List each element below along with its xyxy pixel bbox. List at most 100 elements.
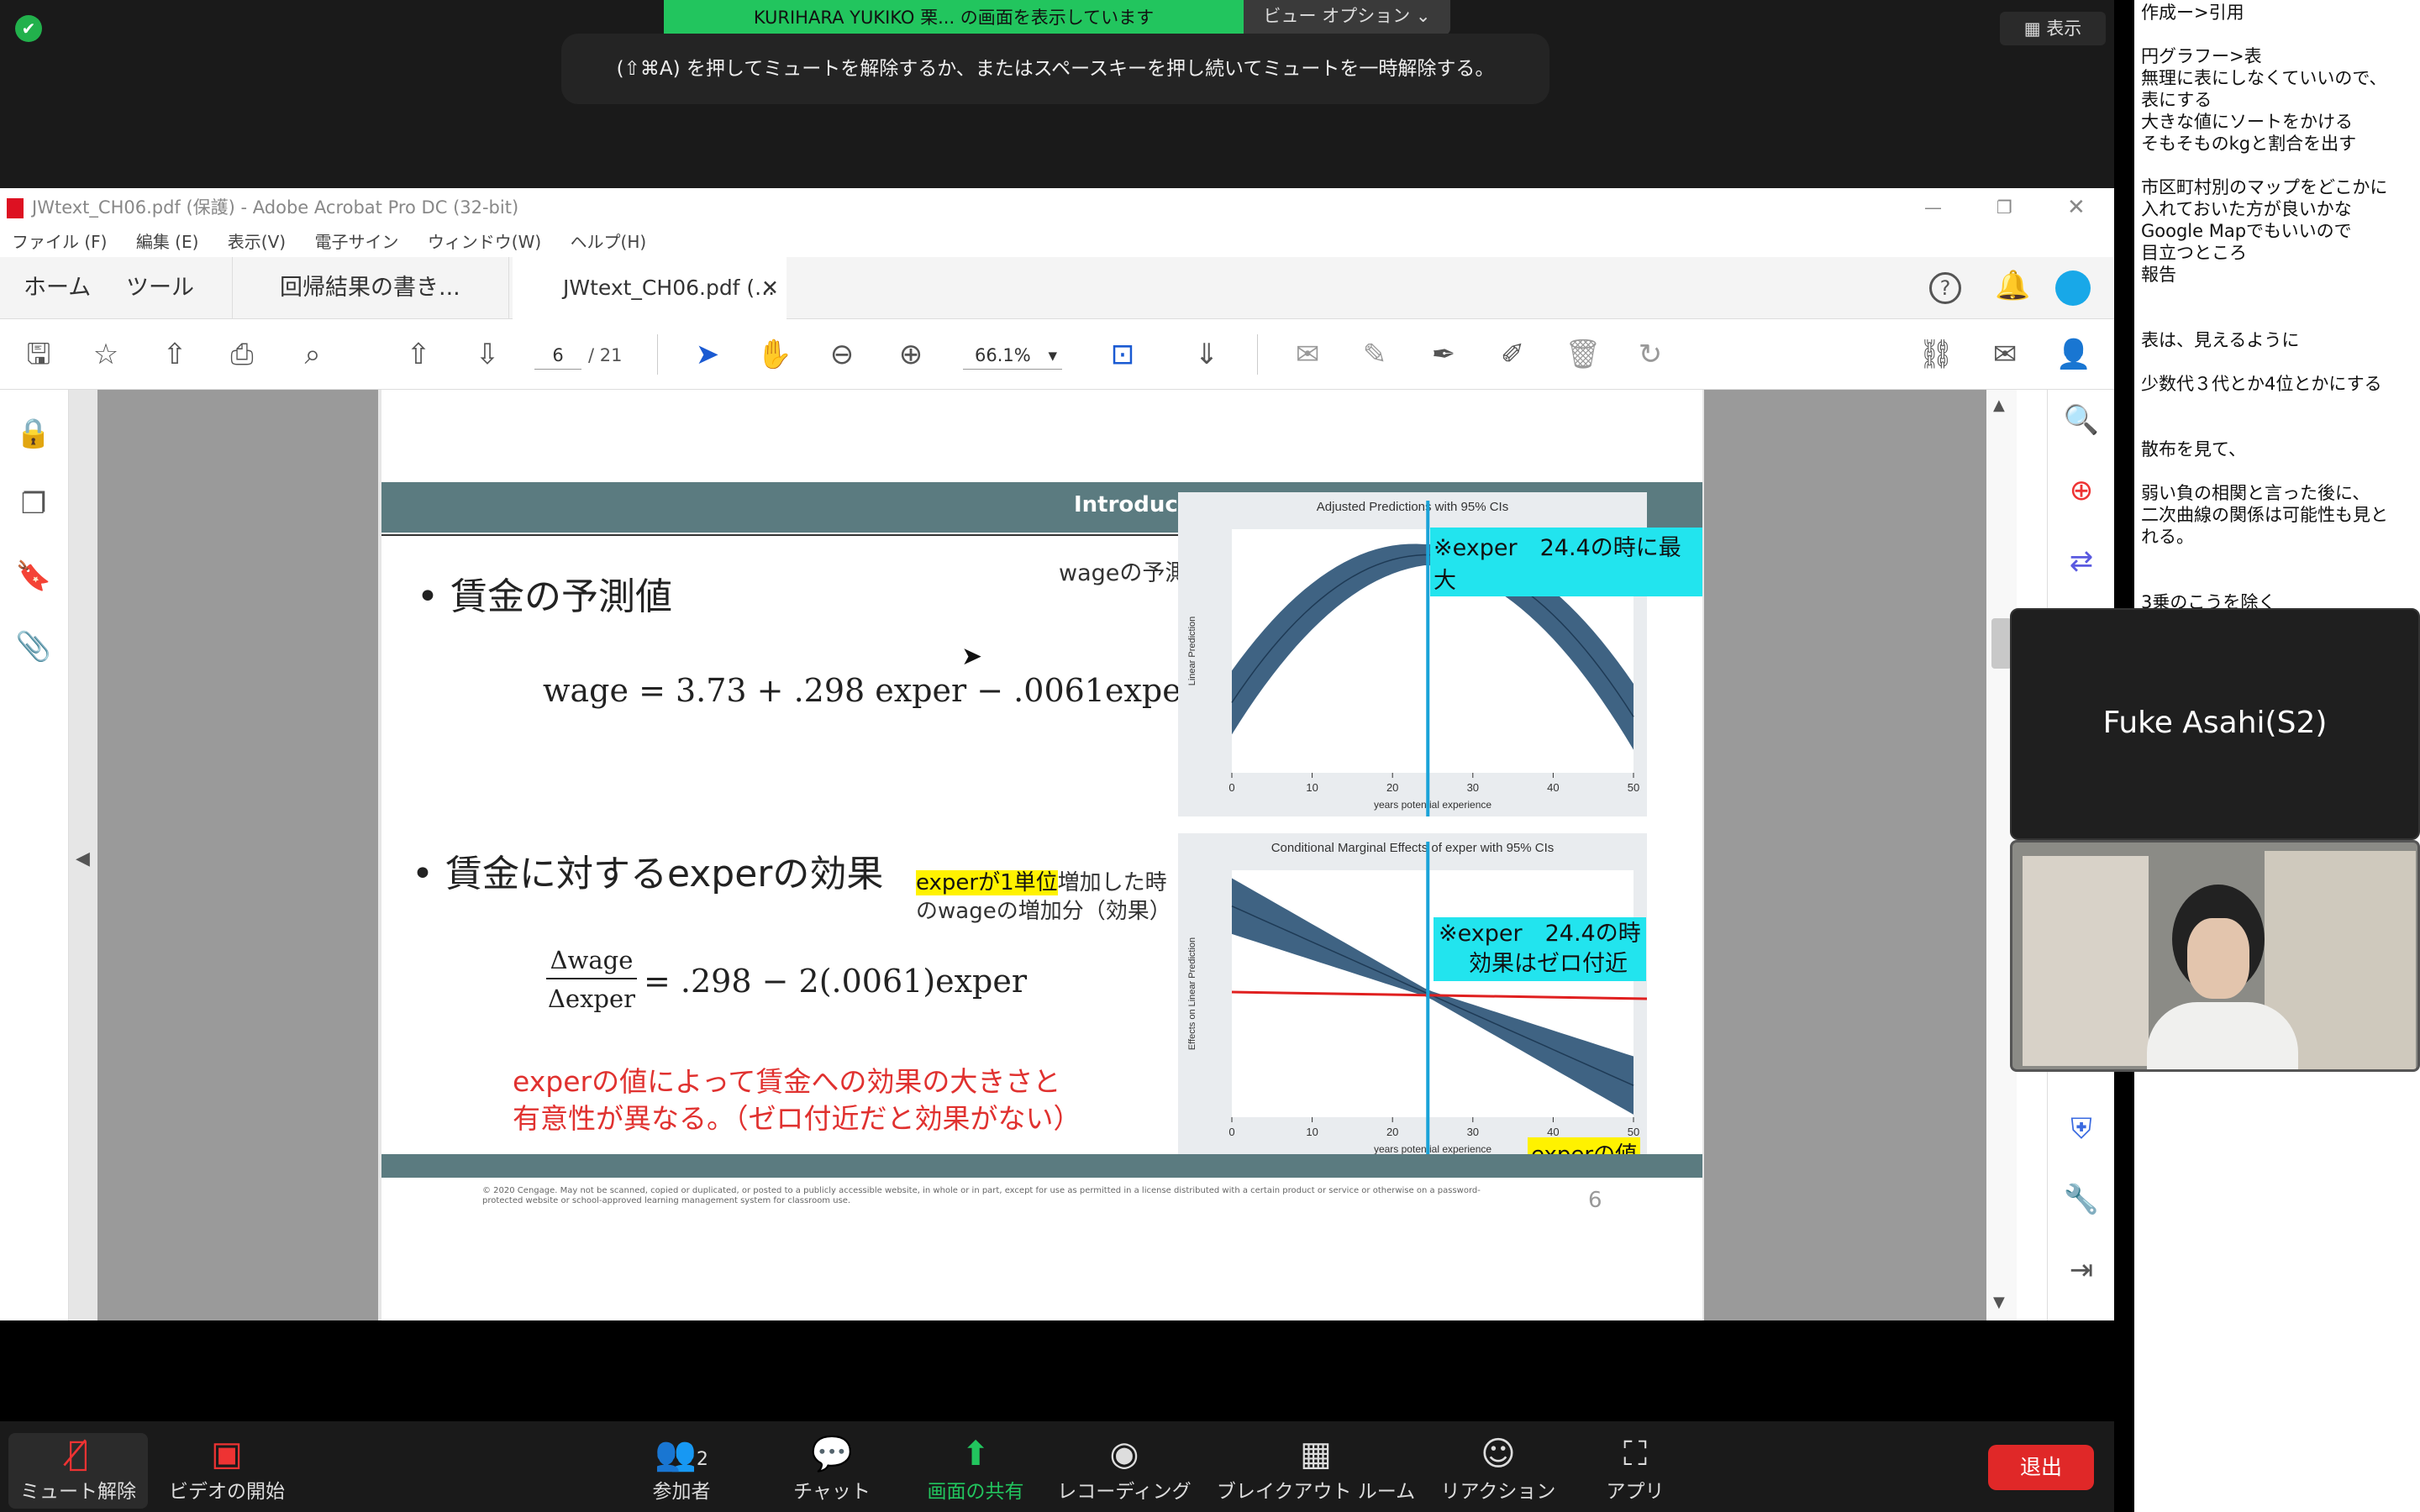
leave-button[interactable]: 退出 (1988, 1445, 2094, 1490)
highlight-icon[interactable]: ✎ (1356, 336, 1393, 373)
bottom-callout-line2: 効果はゼロ付近 (1469, 951, 1628, 977)
star-icon[interactable]: ☆ (87, 336, 124, 373)
start-video-button[interactable]: ▣ ビデオの開始 (165, 1433, 289, 1509)
close-icon[interactable]: ✕ (2067, 188, 2086, 227)
reactions-button[interactable]: ☺ リアクション (1437, 1433, 1560, 1509)
scroll-mode-icon[interactable]: ⇓ (1188, 336, 1225, 373)
display-button[interactable]: ▦ 表示 (2000, 12, 2106, 45)
note-line: 散布を見て、 (2141, 439, 2246, 459)
trash-icon[interactable]: 🗑 (1565, 336, 1602, 373)
protect-icon[interactable]: ⛨ (2063, 1110, 2100, 1147)
scroll-down-icon[interactable]: ▼ (1993, 1294, 2005, 1311)
toolbar: 🖫 ☆ ⇧ ⎙ ⌕ ⇧ ⇩ 6 / 21 ➤ ✋ ⊖ ⊕ 66.1% ▾ ⊡ ⇓ … (0, 319, 2114, 390)
attachment-icon[interactable]: 📎 (15, 628, 52, 665)
pages-icon[interactable]: ❐ (15, 486, 52, 522)
document-area: ◀ Introducto • 賃金の予測値 wage = 3.73 + .298… (69, 390, 1986, 1320)
breakout-icon: ▦ (1300, 1435, 1332, 1473)
fit-page-icon[interactable]: ⊡ (1104, 336, 1141, 373)
exper-unit-line2: のwageの増加分（効果） (916, 899, 1171, 924)
record-button[interactable]: ◉ レコーディング (1055, 1433, 1193, 1509)
lock-icon[interactable]: 🔒 (15, 415, 52, 452)
note-line: Google Mapでもいいので (2141, 221, 2352, 241)
share-screen-label: 画面の共有 (927, 1481, 1024, 1503)
tab-home[interactable]: ホーム (24, 257, 91, 319)
chat-button[interactable]: 💬 チャット (781, 1433, 882, 1509)
red-note: experの値によって賃金への効果の大きさと 有意性が異なる。（ゼロ付近だと効果… (513, 1063, 1081, 1137)
restore-icon[interactable]: ❐ (1996, 188, 2012, 227)
breakout-button[interactable]: ▦ ブレイクアウト ルーム (1215, 1433, 1417, 1509)
menu-window[interactable]: ウィンドウ(W) (428, 232, 541, 252)
mail-icon[interactable]: ✉ (1986, 336, 2023, 373)
more-tools-icon[interactable]: 🔧 (2063, 1181, 2100, 1218)
tab-close-icon[interactable]: ✕ (761, 257, 779, 319)
menu-esign[interactable]: 電子サイン (314, 232, 398, 252)
note-line (2141, 307, 2413, 329)
account-avatar[interactable] (2055, 270, 2091, 306)
y-axis-label: Linear Prediction (1187, 617, 1197, 686)
collapse-right-icon[interactable]: ⇥ (2063, 1252, 2100, 1289)
stamp-icon[interactable]: ✐ (1494, 336, 1531, 373)
tab-doc-1[interactable]: 回帰結果の書き... (232, 257, 509, 319)
bookmark-icon[interactable]: 🔖 (15, 558, 52, 595)
marginal-effects-chart: Conditional Marginal Effects of exper wi… (1178, 833, 1648, 1161)
chart-title: Conditional Marginal Effects of exper wi… (1271, 841, 1555, 855)
scroll-up-icon[interactable]: ▲ (1993, 396, 2005, 414)
menu-file[interactable]: ファイル (F) (12, 232, 107, 252)
unmute-button[interactable]: 🎙̸ ミュート解除 (8, 1433, 148, 1509)
tab-tools[interactable]: ツール (126, 257, 194, 319)
participants-button[interactable]: 👥2 参加者 (635, 1433, 728, 1509)
collapse-left-icon[interactable]: ◀ (76, 848, 90, 869)
pdf-page: Introducto • 賃金の予測値 wage = 3.73 + .298 e… (381, 390, 1702, 1320)
link-icon[interactable]: ⛓ (1918, 336, 1954, 373)
zoom-out-icon[interactable]: ⊖ (823, 336, 860, 373)
comment-icon[interactable]: ✉ (1289, 336, 1326, 373)
note-line: 表にする (2141, 90, 2212, 110)
menu-help[interactable]: ヘルプ(H) (571, 232, 647, 252)
apps-label: アプリ (1606, 1481, 1665, 1503)
note-line: 無理に表にしなくていいので、 (2141, 68, 2387, 88)
menu-edit[interactable]: 編集 (E) (136, 232, 199, 252)
participant-tile[interactable]: Fuke Asahi(S2) (2010, 608, 2420, 840)
help-icon[interactable]: ? (1929, 272, 1961, 304)
share-screen-button[interactable]: ⬆ 画面の共有 (921, 1433, 1030, 1509)
upload-icon[interactable]: ⇧ (156, 336, 193, 373)
unmute-label: ミュート解除 (20, 1481, 136, 1503)
view-options-button[interactable]: ビュー オプション ⌄ (1244, 0, 1450, 35)
hand-icon[interactable]: ✋ (756, 336, 793, 373)
prev-page-icon[interactable]: ⇧ (400, 336, 437, 373)
export-pdf-icon[interactable]: ⇄ (2063, 543, 2100, 580)
create-pdf-icon[interactable]: ⊕ (2063, 472, 2100, 509)
search-icon[interactable]: ⌕ (294, 336, 331, 373)
page-number: 6 (1588, 1188, 1602, 1213)
x-tick-label: 30 (1467, 1126, 1479, 1138)
draw-icon[interactable]: ✒ (1425, 336, 1462, 373)
zoom-tool-icon[interactable]: 🔍 (2063, 402, 2100, 438)
tab-doc-2[interactable]: JWtext_CH06.pdf (... ✕ (513, 257, 786, 319)
share-user-icon[interactable]: 👤 (2055, 336, 2092, 373)
page-gutter-right (1704, 390, 1986, 1320)
bell-icon[interactable]: 🔔 (1995, 269, 2030, 302)
x-tick-label: 50 (1628, 1126, 1639, 1138)
exper-unit-tail: 増加した時 (1057, 870, 1167, 895)
page-gutter-left (97, 390, 378, 1320)
participant-count: 2 (696, 1449, 708, 1470)
self-video[interactable] (2010, 840, 2420, 1072)
note-line: そもそものkgと割合を出す (2141, 134, 2357, 154)
menu-view[interactable]: 表示(V) (228, 232, 286, 252)
menu-bar: ファイル (F) 編集 (E) 表示(V) 電子サイン ウィンドウ(W) ヘルプ… (0, 227, 2114, 257)
select-cursor-icon[interactable]: ➤ (689, 336, 726, 373)
bottom-callout: ※exper 24.4の時 効果はゼロ付近 (1434, 917, 1646, 981)
minimize-icon[interactable]: — (1924, 188, 1942, 227)
apps-button[interactable]: ⛶ アプリ (1591, 1433, 1679, 1509)
rotate-icon[interactable]: ↻ (1632, 336, 1669, 373)
print-icon[interactable]: ⎙ (224, 336, 260, 373)
save-icon[interactable]: 🖫 (20, 336, 57, 373)
share-banner: KURIHARA YUKIKO 栗... の画面を表示しています (664, 0, 1244, 35)
exper-unit-highlight: experが1単位 (916, 870, 1058, 895)
scroll-thumb[interactable] (1991, 618, 2012, 669)
shield-icon[interactable]: ✔ (15, 15, 42, 42)
zoom-select[interactable]: 66.1% ▾ (963, 341, 1062, 370)
next-page-icon[interactable]: ⇩ (469, 336, 506, 373)
page-input[interactable]: 6 (534, 341, 581, 370)
zoom-in-icon[interactable]: ⊕ (892, 336, 929, 373)
